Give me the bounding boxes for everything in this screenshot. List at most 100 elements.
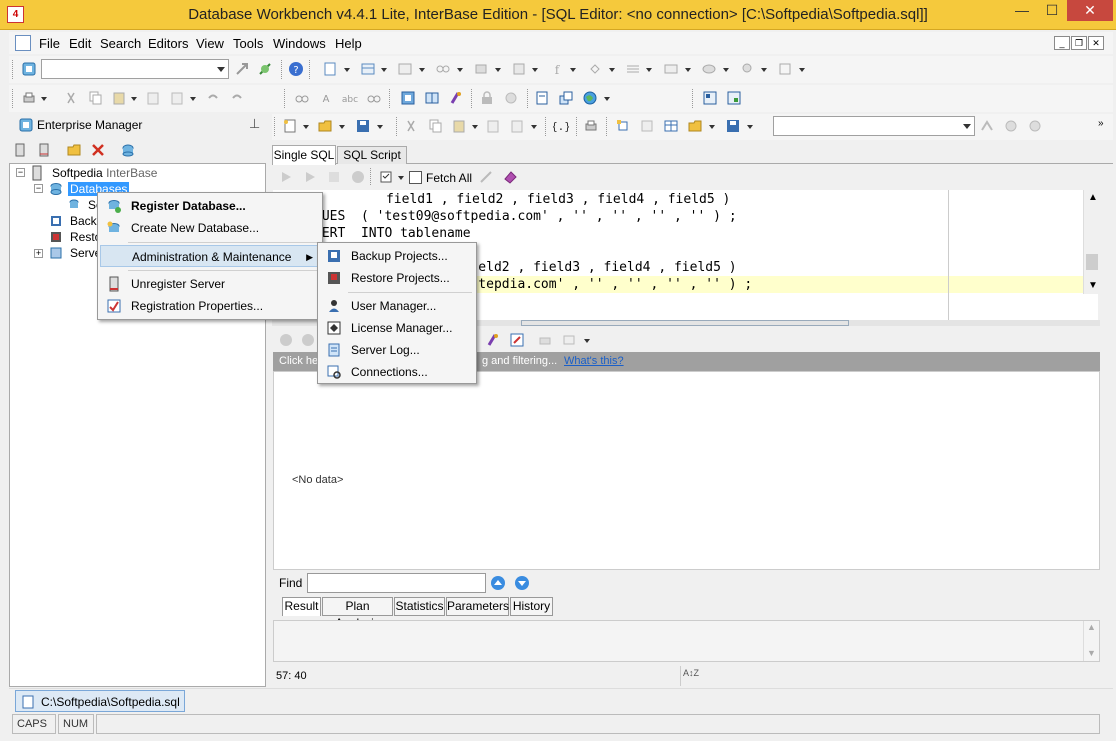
chevron-down-icon[interactable] bbox=[747, 125, 753, 129]
menu-search[interactable]: Search bbox=[100, 36, 141, 51]
document-tab[interactable]: C:\Softpedia\Softpedia.sql bbox=[15, 690, 185, 712]
procedure-icon[interactable] bbox=[435, 61, 451, 77]
table-editor-icon[interactable] bbox=[360, 61, 376, 77]
chevron-down-icon[interactable] bbox=[457, 68, 463, 72]
message-scrollbar[interactable]: ▲ ▼ bbox=[1083, 621, 1099, 661]
role-icon[interactable] bbox=[739, 61, 755, 77]
commit-icon[interactable] bbox=[1003, 118, 1019, 134]
paste-icon[interactable] bbox=[111, 90, 127, 106]
mdi-close-button[interactable]: ✕ bbox=[1088, 36, 1104, 50]
folder-icon[interactable] bbox=[66, 142, 82, 158]
clipboard-icon[interactable] bbox=[485, 118, 501, 134]
chevron-down-icon[interactable] bbox=[344, 68, 350, 72]
new-editor-icon[interactable] bbox=[322, 61, 338, 77]
tab-statistics[interactable]: Statistics bbox=[394, 597, 445, 616]
chevron-down-icon[interactable] bbox=[584, 339, 590, 343]
scroll-down-icon[interactable]: ▼ bbox=[1088, 280, 1098, 291]
chevron-down-icon[interactable] bbox=[723, 68, 729, 72]
chevron-down-icon[interactable] bbox=[609, 68, 615, 72]
toolbar-grip[interactable] bbox=[12, 60, 15, 79]
grid-options-icon[interactable] bbox=[561, 332, 577, 348]
execute-step-icon[interactable] bbox=[302, 169, 318, 185]
open-file-icon[interactable] bbox=[687, 118, 703, 134]
delete-icon[interactable] bbox=[90, 142, 106, 158]
chevron-down-icon[interactable] bbox=[495, 68, 501, 72]
tree-server[interactable]: Softpedia InterBase bbox=[52, 166, 157, 180]
print-icon[interactable] bbox=[583, 118, 599, 134]
toolbar-overflow-icon[interactable]: » bbox=[1098, 118, 1104, 129]
copy-icon[interactable] bbox=[87, 90, 103, 106]
menu-create-new-database[interactable]: Create New Database... bbox=[100, 217, 320, 239]
format-icon[interactable] bbox=[639, 118, 655, 134]
chevron-down-icon[interactable] bbox=[419, 68, 425, 72]
new-database-icon[interactable] bbox=[120, 142, 136, 158]
generator-icon[interactable] bbox=[511, 61, 527, 77]
brush-icon[interactable] bbox=[448, 90, 464, 106]
sql-icon[interactable] bbox=[503, 90, 519, 106]
menu-tools[interactable]: Tools bbox=[233, 36, 263, 51]
edit-record-icon[interactable] bbox=[509, 332, 525, 348]
splitter-handle[interactable] bbox=[521, 320, 849, 326]
whats-this-link[interactable]: What's this? bbox=[564, 352, 624, 371]
chevron-down-icon[interactable] bbox=[531, 125, 537, 129]
collapse-toggle[interactable]: − bbox=[34, 184, 43, 193]
scroll-up-icon[interactable]: ▲ bbox=[1088, 192, 1098, 203]
menu-registration-properties[interactable]: Registration Properties... bbox=[100, 295, 320, 317]
server-connect-icon[interactable] bbox=[21, 61, 37, 77]
mdi-restore-button[interactable]: ❐ bbox=[1071, 36, 1087, 50]
cut-icon[interactable] bbox=[63, 90, 79, 106]
prepare-icon[interactable] bbox=[326, 169, 342, 185]
paste-icon[interactable] bbox=[451, 118, 467, 134]
menu-backup-projects[interactable]: Backup Projects... bbox=[320, 245, 474, 267]
book-icon[interactable] bbox=[424, 90, 440, 106]
clipboard-special-icon[interactable] bbox=[509, 118, 525, 134]
code-block-icon[interactable]: {.} bbox=[553, 118, 569, 134]
find-previous-icon[interactable] bbox=[490, 575, 506, 591]
commit-work-icon[interactable] bbox=[478, 169, 494, 185]
menu-edit[interactable]: Edit bbox=[69, 36, 91, 51]
exception-icon[interactable] bbox=[587, 61, 603, 77]
lock-icon[interactable] bbox=[479, 90, 495, 106]
chevron-down-icon[interactable] bbox=[472, 125, 478, 129]
blob-filter-icon[interactable] bbox=[701, 61, 717, 77]
grant-manager-icon[interactable] bbox=[400, 90, 416, 106]
menu-server-log[interactable]: Server Log... bbox=[320, 339, 474, 361]
globe-icon[interactable] bbox=[582, 90, 598, 106]
menu-restore-projects[interactable]: Restore Projects... bbox=[320, 267, 474, 289]
toolbar-grip[interactable] bbox=[274, 117, 277, 136]
tab-sql-script[interactable]: SQL Script bbox=[337, 146, 407, 164]
register-server-icon[interactable] bbox=[12, 142, 28, 158]
prior-record-icon[interactable] bbox=[300, 332, 316, 348]
open-folder-icon[interactable] bbox=[317, 118, 333, 134]
menu-administration-maintenance[interactable]: Administration & Maintenance ▶ bbox=[100, 245, 320, 267]
tab-result[interactable]: Result bbox=[282, 597, 321, 616]
schema-icon[interactable] bbox=[558, 90, 574, 106]
connection-combo[interactable] bbox=[41, 59, 229, 79]
chevron-down-icon[interactable] bbox=[41, 97, 47, 101]
execute-icon[interactable] bbox=[278, 169, 294, 185]
help-icon[interactable]: ? bbox=[288, 61, 304, 77]
print-icon[interactable] bbox=[21, 90, 37, 106]
history-combo[interactable] bbox=[773, 116, 975, 136]
scroll-thumb[interactable] bbox=[1086, 254, 1098, 270]
transaction-icon[interactable] bbox=[979, 118, 995, 134]
result-grid[interactable]: <No data> bbox=[273, 371, 1100, 570]
scroll-down-icon[interactable]: ▼ bbox=[1087, 648, 1096, 658]
view-editor-icon[interactable] bbox=[397, 61, 413, 77]
fetch-all-checkbox[interactable] bbox=[409, 171, 422, 184]
table-grid-icon[interactable] bbox=[663, 118, 679, 134]
chevron-down-icon[interactable] bbox=[190, 97, 196, 101]
chevron-down-icon[interactable] bbox=[685, 68, 691, 72]
editor-scrollbar[interactable]: ▲ ▼ bbox=[1083, 190, 1100, 294]
window-tile-icon[interactable] bbox=[702, 90, 718, 106]
expand-toggle[interactable]: + bbox=[34, 249, 43, 258]
clipboard-icon[interactable] bbox=[145, 90, 161, 106]
pin-icon[interactable]: ⊥ bbox=[249, 116, 260, 132]
tab-history[interactable]: History bbox=[510, 597, 553, 616]
report-icon[interactable] bbox=[534, 90, 550, 106]
menu-help[interactable]: Help bbox=[335, 36, 362, 51]
mdi-minimize-button[interactable]: _ bbox=[1054, 36, 1070, 50]
find-input[interactable] bbox=[307, 573, 486, 593]
clipboard-special-icon[interactable] bbox=[169, 90, 185, 106]
trigger-icon[interactable] bbox=[473, 61, 489, 77]
